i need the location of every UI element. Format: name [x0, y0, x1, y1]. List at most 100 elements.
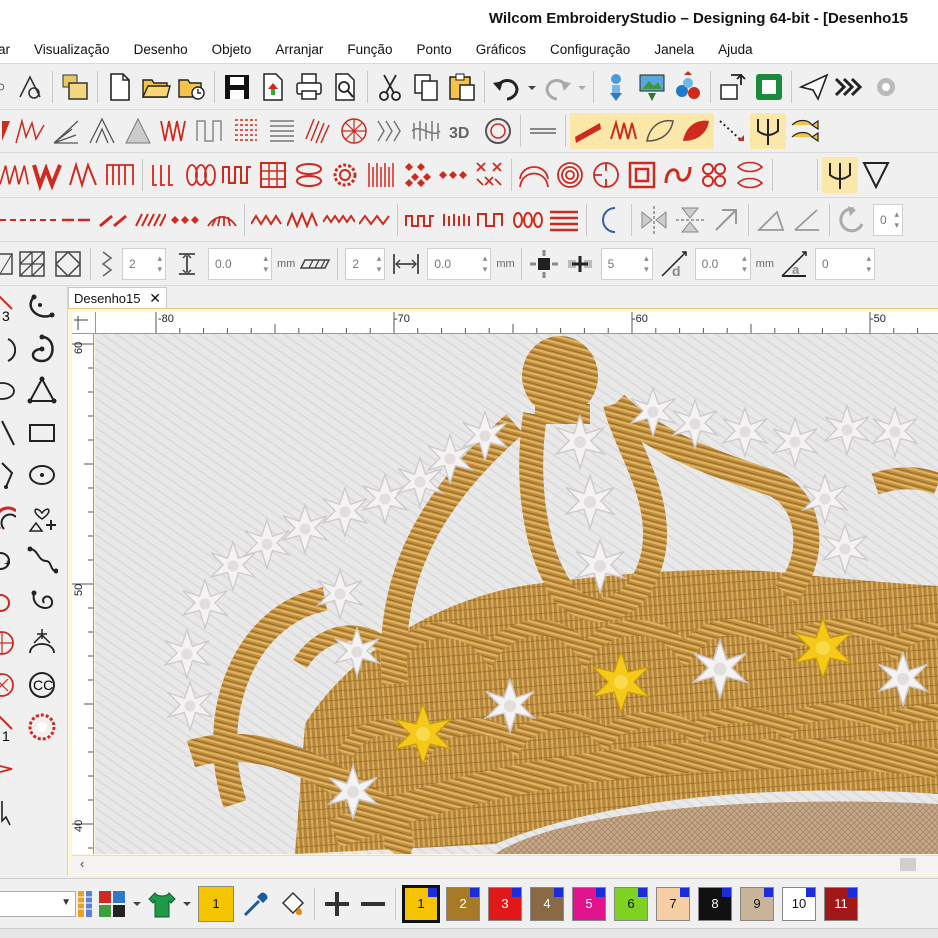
design-canvas[interactable]	[95, 334, 938, 854]
cluster-icon[interactable]	[526, 246, 562, 282]
line-zigzag-icon[interactable]	[249, 202, 285, 238]
spacing-icon[interactable]	[169, 246, 205, 282]
send-to-machine-icon[interactable]	[715, 69, 751, 105]
pattern-grid-icon[interactable]	[255, 157, 291, 193]
fast-forward-icon[interactable]	[832, 69, 868, 105]
scroll-thumb[interactable]	[900, 858, 916, 871]
copy-icon[interactable]	[408, 69, 444, 105]
select-1-tool-icon[interactable]: 1	[0, 706, 18, 748]
node-plus-tool-icon[interactable]: +	[0, 538, 18, 580]
pattern-comb-icon[interactable]	[102, 157, 138, 193]
slash-row-icon[interactable]	[132, 202, 168, 238]
long-dash-line-icon[interactable]	[60, 202, 96, 238]
recent-files-icon[interactable]	[174, 69, 210, 105]
palette-dropdown-icon[interactable]	[130, 886, 144, 922]
remove-color-icon[interactable]	[355, 886, 391, 922]
mirror-vertical-icon[interactable]	[672, 202, 708, 238]
crescent-icon[interactable]	[777, 157, 813, 193]
mirror-horizontal-icon[interactable]	[636, 202, 672, 238]
polygon-tool-icon[interactable]	[24, 370, 60, 412]
ellipse-tool-icon[interactable]	[24, 454, 60, 496]
color-swatch[interactable]: 2	[446, 886, 480, 921]
color-swatch[interactable]: 5	[572, 886, 606, 921]
3d-warp-icon[interactable]: 3D	[444, 113, 480, 149]
color-swatch[interactable]: 1	[402, 884, 440, 923]
menu-ponto[interactable]: Ponto	[404, 36, 463, 64]
color-grid-icon[interactable]	[94, 886, 130, 922]
thread-chart-icon[interactable]	[76, 886, 94, 922]
rotate-angle-field[interactable]: 0	[873, 203, 903, 236]
undo-dropdown-icon[interactable]	[525, 69, 539, 105]
color-swatch[interactable]: 9	[740, 886, 774, 921]
line-brackets-icon[interactable]	[474, 202, 510, 238]
current-color-swatch[interactable]: 1	[198, 885, 234, 922]
circle-star-tool-icon[interactable]	[0, 664, 18, 706]
tatami-fill-icon[interactable]	[228, 113, 264, 149]
dash-line-icon[interactable]	[0, 202, 60, 238]
open-folder-icon[interactable]	[138, 69, 174, 105]
pattern-ornament-icon[interactable]	[696, 157, 732, 193]
diamond-row-line-icon[interactable]	[168, 202, 204, 238]
fork-icon[interactable]	[750, 113, 786, 149]
stitch-count-field[interactable]: 2	[122, 247, 166, 280]
pattern-maze-icon[interactable]	[588, 157, 624, 193]
color-swatch[interactable]: 11	[824, 886, 858, 921]
menu-janela[interactable]: Janela	[642, 36, 706, 64]
import-image-icon[interactable]	[634, 69, 670, 105]
horizontal-spacing-field[interactable]: 0.0	[427, 247, 492, 280]
menu-configuracao[interactable]: Configuração	[538, 36, 642, 64]
menu-arquivo[interactable]: ar	[0, 36, 22, 64]
pointer-tool-icon[interactable]	[0, 790, 18, 832]
pattern-spiral-icon[interactable]	[552, 157, 588, 193]
feather-satin-icon[interactable]	[570, 113, 606, 149]
scale-icon[interactable]	[789, 202, 825, 238]
peak-outline-icon[interactable]	[84, 113, 120, 149]
settings-icon[interactable]	[868, 69, 904, 105]
redo-dropdown-icon[interactable]	[575, 69, 589, 105]
fork-tool-icon[interactable]	[822, 157, 858, 193]
menu-ajuda[interactable]: Ajuda	[706, 36, 765, 64]
close-tab-icon[interactable]: ✕	[149, 290, 161, 307]
monogram-tool-icon[interactable]: CC	[24, 664, 60, 706]
pattern-loops-icon[interactable]	[183, 157, 219, 193]
menu-graficos[interactable]: Gráficos	[464, 36, 538, 64]
angle-fill-icon[interactable]	[48, 113, 84, 149]
digitize-open-shape-icon[interactable]	[24, 286, 60, 328]
star-outline-tool-icon[interactable]	[0, 622, 18, 664]
pattern-diamond-row-icon[interactable]	[435, 157, 471, 193]
radial-fill-icon[interactable]	[336, 113, 372, 149]
partial-stitch-icon[interactable]	[0, 113, 12, 149]
line-ovals-icon[interactable]	[510, 202, 546, 238]
color-swatch[interactable]: 8	[698, 886, 732, 921]
horizontal-ruler[interactable]: -80 -70 -60 -50	[96, 312, 938, 334]
triangle-fill-icon[interactable]	[120, 113, 156, 149]
distance-field[interactable]: 0.0	[694, 247, 751, 280]
plus-grid-icon[interactable]	[562, 246, 598, 282]
redo-icon[interactable]	[539, 69, 575, 105]
rectangle-tool-icon[interactable]	[24, 412, 60, 454]
line-wave-icon[interactable]	[321, 202, 357, 238]
shape-arc-tool-icon[interactable]	[0, 328, 18, 370]
select-3-tool-icon[interactable]: 3	[0, 286, 18, 328]
node-red-tool-icon[interactable]	[0, 580, 18, 622]
line-double-zigzag-icon[interactable]	[285, 202, 321, 238]
hoop-icon[interactable]	[480, 113, 516, 149]
menu-objeto[interactable]: Objeto	[200, 36, 264, 64]
menu-desenho[interactable]: Desenho	[122, 36, 200, 64]
menu-funcao[interactable]: Função	[335, 36, 404, 64]
distance-d-icon[interactable]: d	[656, 246, 692, 282]
undo-icon[interactable]	[489, 69, 525, 105]
pattern-lace-icon[interactable]	[732, 157, 768, 193]
horizontal-scrollbar[interactable]: ‹	[72, 855, 938, 873]
color-swatch[interactable]: 4	[530, 886, 564, 921]
pattern-m-icon[interactable]	[66, 157, 102, 193]
leaf-outline-icon[interactable]	[642, 113, 678, 149]
angle-a-icon[interactable]: a	[776, 246, 812, 282]
stack-objects-icon[interactable]	[57, 69, 93, 105]
pattern-oval-chain-icon[interactable]	[291, 157, 327, 193]
pattern-frame-icon[interactable]	[624, 157, 660, 193]
scroll-left-icon[interactable]: ‹	[80, 856, 84, 871]
freehand-tool-icon[interactable]	[24, 538, 60, 580]
cluster-count-field[interactable]: 5	[600, 247, 653, 280]
rainbow-tool-icon[interactable]	[0, 496, 18, 538]
